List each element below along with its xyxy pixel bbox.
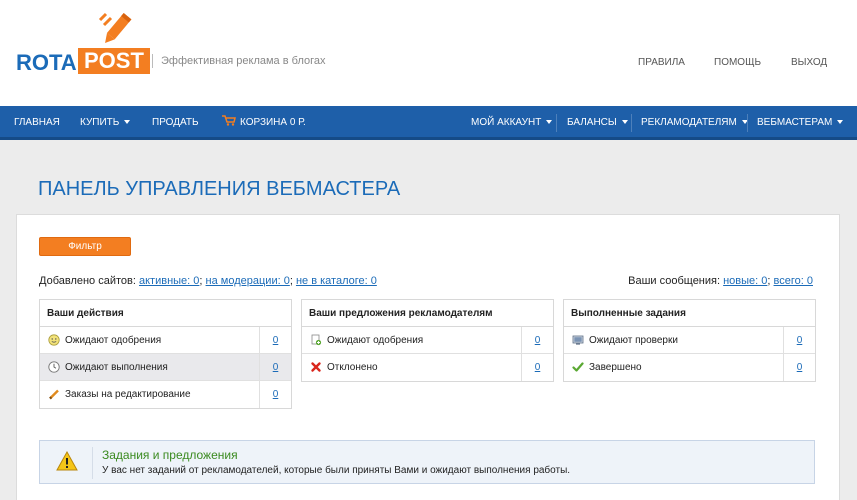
nav-cart[interactable]: КОРЗИНА 0 Р.	[222, 106, 306, 140]
messages-summary: Ваши сообщения: новые: 0; всего: 0	[628, 275, 813, 287]
red-x-icon	[311, 362, 321, 372]
sites-summary: Добавлено сайтов: активные: 0; на модера…	[39, 275, 377, 287]
nav-balances[interactable]: БАЛАНСЫ	[567, 106, 628, 140]
tasks-notice: Задания и предложения У вас нет заданий …	[39, 440, 815, 484]
nav-webmasters-label: ВЕБМАСТЕРАМ	[757, 117, 833, 128]
chevron-down-icon	[546, 120, 553, 124]
help-link[interactable]: ПОМОЩЬ	[714, 57, 761, 68]
messages-all-link[interactable]: всего: 0	[774, 275, 813, 287]
table-title: Ваши предложения рекламодателям	[302, 300, 553, 327]
your-actions-table: Ваши действия Ожидают одобрения 0 Ожидаю…	[39, 299, 292, 409]
nav-divider	[747, 114, 748, 132]
smiley-icon	[48, 334, 60, 346]
rules-link[interactable]: ПРАВИЛА	[638, 57, 685, 68]
site-header: ROTA POST Эффективная реклама в блогах П…	[0, 0, 857, 106]
nav-home-label: ГЛАВНАЯ	[14, 117, 60, 128]
nav-account[interactable]: МОЙ АККАУНТ	[471, 106, 553, 140]
dashboard-panel: Фильтр Добавлено сайтов: активные: 0; на…	[16, 214, 840, 500]
nav-advertisers-label: РЕКЛАМОДАТЕЛЯМ	[641, 117, 737, 128]
filter-button[interactable]: Фильтр	[39, 237, 131, 256]
row-label: Ожидают выполнения	[65, 362, 168, 373]
messages-new-link[interactable]: новые: 0	[723, 275, 767, 287]
page-title: ПАНЕЛЬ УПРАВЛЕНИЯ ВЕБМАСТЕРА	[38, 178, 401, 200]
clock-icon	[48, 361, 60, 373]
nav-advertisers[interactable]: РЕКЛАМОДАТЕЛЯМ	[641, 106, 748, 140]
row-label: Завершено	[589, 362, 642, 373]
table-title: Ваши действия	[40, 300, 291, 327]
chevron-down-icon	[124, 120, 131, 124]
messages-prefix: Ваши сообщения:	[628, 275, 721, 287]
table-title: Выполненные задания	[564, 300, 815, 327]
sites-not-in-catalog-link[interactable]: не в каталоге: 0	[296, 275, 377, 287]
nav-balances-label: БАЛАНСЫ	[567, 117, 617, 128]
row-count-link[interactable]: 0	[783, 354, 815, 381]
cart-icon	[222, 115, 236, 126]
row-label: Ожидают проверки	[589, 335, 678, 346]
row-label: Ожидают одобрения	[65, 335, 162, 346]
notice-divider	[92, 447, 93, 479]
table-row: Отклонено 0	[302, 354, 553, 381]
monitor-icon	[572, 335, 584, 345]
table-row: Ожидают одобрения 0	[40, 327, 291, 354]
nav-home[interactable]: ГЛАВНАЯ	[14, 106, 60, 140]
notice-text: У вас нет заданий от рекламодателей, кот…	[102, 465, 571, 476]
row-label: Отклонено	[327, 362, 378, 373]
table-row: Ожидают проверки 0	[564, 327, 815, 354]
nav-buy[interactable]: КУПИТЬ	[80, 106, 131, 140]
row-count-link[interactable]: 0	[521, 327, 553, 354]
main-nav: ГЛАВНАЯ КУПИТЬ ПРОДАТЬ КОРЗИНА 0 Р. МОЙ …	[0, 106, 857, 140]
logo-post-text: POST	[78, 48, 150, 74]
logout-link[interactable]: ВЫХОД	[791, 57, 827, 68]
notice-title: Задания и предложения	[102, 448, 238, 462]
nav-divider	[556, 114, 557, 132]
pencil-logo-icon	[98, 12, 132, 44]
row-label: Ожидают одобрения	[327, 335, 424, 346]
pencil-icon	[49, 389, 59, 400]
row-count-link[interactable]: 0	[259, 354, 291, 381]
table-row: Завершено 0	[564, 354, 815, 381]
sites-active-link[interactable]: активные: 0	[139, 275, 199, 287]
row-count-link[interactable]: 0	[259, 327, 291, 354]
row-label: Заказы на редактирование	[65, 389, 191, 400]
warning-icon	[56, 451, 78, 471]
chevron-down-icon	[621, 120, 628, 124]
table-row: Ожидают одобрения 0	[302, 327, 553, 354]
row-count-link[interactable]: 0	[783, 327, 815, 354]
chevron-down-icon	[837, 120, 844, 124]
nav-cart-label: КОРЗИНА 0 Р.	[240, 117, 306, 128]
row-count-link[interactable]: 0	[259, 381, 291, 408]
advertiser-offers-table: Ваши предложения рекламодателям Ожидают …	[301, 299, 554, 382]
completed-tasks-table: Выполненные задания Ожидают проверки 0 З…	[563, 299, 816, 382]
rotapost-logo[interactable]: ROTA POST	[16, 10, 150, 75]
sites-moderation-link[interactable]: на модерации: 0	[206, 275, 290, 287]
sites-prefix: Добавлено сайтов:	[39, 275, 136, 287]
nav-webmasters[interactable]: ВЕБМАСТЕРАМ	[757, 106, 844, 140]
nav-account-label: МОЙ АККАУНТ	[471, 117, 542, 128]
nav-divider	[631, 114, 632, 132]
row-count-link[interactable]: 0	[521, 354, 553, 381]
checkmark-icon	[572, 362, 584, 372]
nav-sell[interactable]: ПРОДАТЬ	[152, 106, 199, 140]
nav-sell-label: ПРОДАТЬ	[152, 117, 199, 128]
document-add-icon	[311, 334, 322, 346]
tagline: Эффективная реклама в блогах	[152, 54, 326, 68]
table-row: Ожидают выполнения 0	[40, 354, 291, 381]
logo-rota-text: ROTA	[16, 50, 77, 75]
table-row: Заказы на редактирование 0	[40, 381, 291, 408]
nav-buy-label: КУПИТЬ	[80, 117, 120, 128]
